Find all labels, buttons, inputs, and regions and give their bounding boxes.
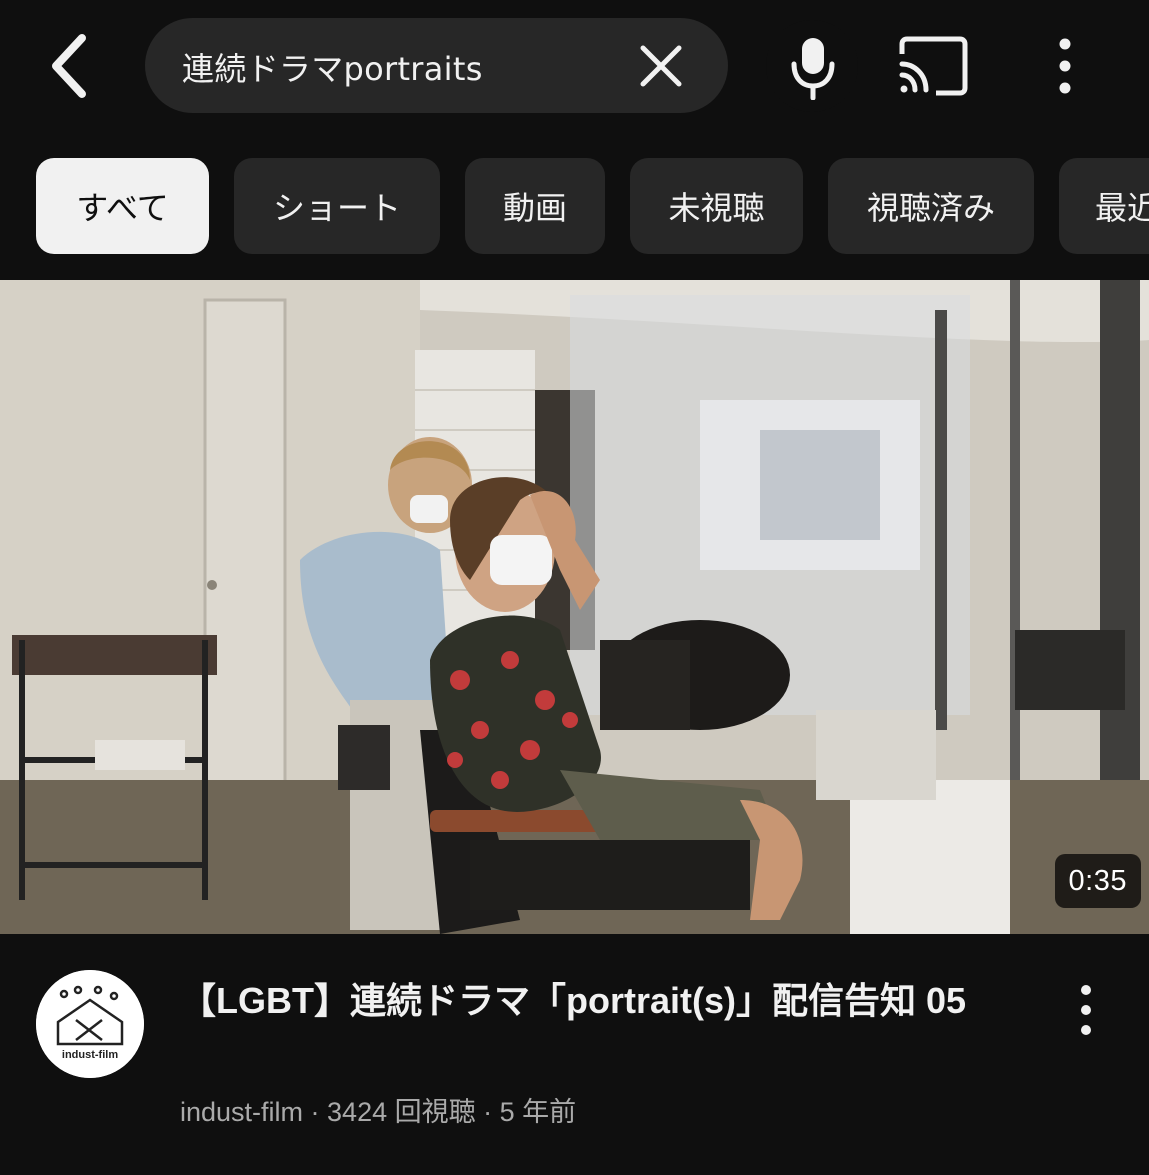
- microphone-icon: [791, 38, 835, 100]
- view-count: 3424 回視聴: [327, 1097, 476, 1127]
- filter-chips-bar: すべて ショート 動画 未視聴 視聴済み 最近: [0, 158, 1149, 256]
- voice-search-button[interactable]: [766, 20, 858, 112]
- search-header: 連続ドラマportraits: [0, 0, 1149, 135]
- upload-age: 5 年前: [499, 1097, 577, 1127]
- more-options-button[interactable]: [1043, 30, 1087, 102]
- youtube-search-results: 連続ドラマportraits すべて ショート 動画 未視聴 視聴済み 最近 0…: [0, 0, 1149, 1175]
- meta-separator: ·: [475, 1097, 500, 1127]
- cast-button[interactable]: [892, 28, 972, 104]
- chip-unwatched[interactable]: 未視聴: [630, 158, 803, 254]
- search-input[interactable]: 連続ドラマportraits: [145, 18, 728, 113]
- chip-videos[interactable]: 動画: [465, 158, 605, 254]
- thumbnail-image: [0, 280, 1149, 934]
- clear-search-button[interactable]: [638, 43, 684, 89]
- more-vert-icon: [1059, 38, 1071, 94]
- chip-recent[interactable]: 最近: [1059, 158, 1149, 254]
- chip-shorts[interactable]: ショート: [234, 158, 440, 254]
- video-duration: 0:35: [1054, 854, 1141, 908]
- channel-logo-text: indust-film: [62, 1049, 118, 1061]
- video-title[interactable]: 【LGBT】連続ドラマ「portrait(s)」配信告知 05: [180, 974, 1000, 1028]
- meta-separator: ·: [303, 1097, 328, 1127]
- video-details: indust-film 【LGBT】連続ドラマ「portrait(s)」配信告知…: [0, 934, 1149, 1175]
- chip-watched[interactable]: 視聴済み: [828, 158, 1034, 254]
- close-icon: [640, 45, 682, 87]
- cast-icon: [899, 36, 968, 96]
- video-action-menu-button[interactable]: [1064, 982, 1108, 1038]
- more-vert-icon: [1081, 985, 1091, 1035]
- channel-name[interactable]: indust-film: [180, 1097, 303, 1127]
- channel-avatar[interactable]: indust-film: [36, 970, 144, 1078]
- video-metadata: indust-film · 3424 回視聴 · 5 年前: [180, 1090, 576, 1129]
- video-thumbnail[interactable]: 0:35: [0, 280, 1149, 934]
- search-query[interactable]: 連続ドラマportraits: [182, 44, 483, 90]
- channel-logo: indust-film: [36, 970, 144, 1078]
- chevron-left-icon: [52, 34, 86, 98]
- back-button[interactable]: [38, 30, 102, 102]
- chip-all[interactable]: すべて: [36, 158, 209, 254]
